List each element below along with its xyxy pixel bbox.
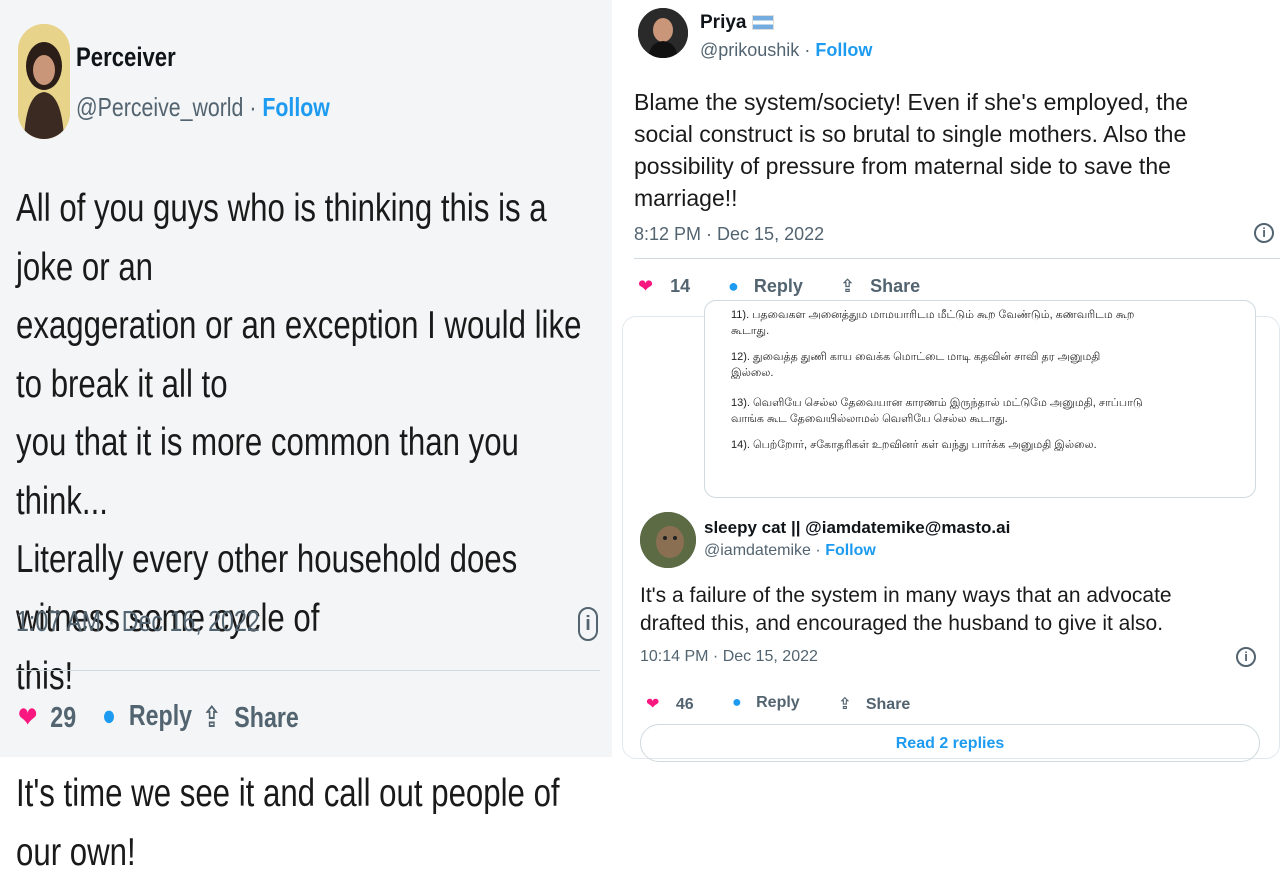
author-handle[interactable]: @iamdatemike — [704, 542, 811, 559]
separator: · — [815, 542, 821, 559]
author-handle[interactable]: @Perceive_world — [76, 92, 243, 122]
info-icon[interactable]: i — [1236, 647, 1256, 667]
quoted-document-image[interactable]: 11). பதவைகள அனைத்தும மாமயாரிடம மீட்டும் … — [704, 300, 1256, 498]
share-button[interactable]: ⇪ Share — [840, 276, 920, 297]
author-name[interactable]: sleepy cat || @iamdatemike@masto.ai — [704, 518, 1010, 538]
share-label: Share — [865, 696, 911, 713]
avatar-portrait-icon — [638, 8, 688, 58]
reply-button[interactable]: ● Reply — [102, 700, 192, 733]
tweet-body: It's a failure of the system in many way… — [640, 584, 1172, 635]
share-upload-icon: ⇪ — [202, 702, 222, 734]
follow-button[interactable]: Follow — [262, 92, 330, 122]
like-count: 29 — [50, 702, 77, 734]
speech-bubble-icon: ● — [102, 700, 117, 732]
author-handle[interactable]: @prikoushik — [700, 40, 799, 60]
heart-icon: ❤ — [18, 702, 38, 734]
avatar-cat-icon — [640, 512, 696, 568]
share-label: Share — [870, 276, 921, 296]
document-line: வாங்க கூட தேவையில்லாமல் வெளியே செல்ல கூட… — [731, 413, 1008, 425]
tweet-timestamp[interactable]: 1:07 AM · Dec 16, 2022 — [16, 606, 260, 639]
document-line: 14). பெற்றோர், சகோதரிகள் உறவினர் கள் வந்… — [731, 439, 1097, 451]
divider — [634, 258, 1280, 259]
author-handle-line: @prikoushik · Follow — [700, 40, 872, 61]
tweet-timestamp[interactable]: 8:12 PM · Dec 15, 2022 — [634, 224, 824, 245]
avatar-portrait-icon — [18, 24, 70, 139]
document-line: கூடாது. — [731, 325, 770, 337]
author-handle-line: @Perceive_world · Follow — [76, 92, 330, 123]
divider — [16, 670, 600, 671]
reply-label: Reply — [756, 694, 800, 711]
perceiver-avatar[interactable] — [18, 24, 70, 139]
share-upload-icon: ⇪ — [840, 276, 856, 296]
author-name-text: Priya — [700, 12, 747, 33]
document-line: 12). துவைத்த துணி காய வைக்க மொட்டை மாடி … — [731, 351, 1101, 363]
heart-icon: ❤ — [646, 696, 660, 713]
read-replies-button[interactable]: Read 2 replies — [640, 724, 1260, 762]
speech-bubble-icon: ● — [728, 276, 739, 296]
info-icon[interactable]: i — [1254, 223, 1274, 243]
like-count: 14 — [670, 276, 691, 296]
share-label: Share — [234, 702, 299, 734]
share-upload-icon: ⇪ — [838, 696, 852, 713]
author-name[interactable]: Priya — [700, 12, 775, 34]
priya-avatar[interactable] — [638, 8, 688, 58]
document-line: 13). வெளியே செல்ல தேவையான காரணம் இருந்தா… — [731, 397, 1143, 409]
reply-label: Reply — [753, 276, 803, 296]
tweet-body: All of you guys who is thinking this is … — [16, 187, 582, 874]
like-button[interactable]: ❤ 46 — [646, 694, 694, 714]
like-button[interactable]: ❤ 14 — [638, 276, 690, 297]
like-button[interactable]: ❤ 29 — [18, 700, 76, 735]
info-icon[interactable]: i — [578, 607, 598, 641]
follow-button[interactable]: Follow — [815, 40, 872, 60]
reply-button[interactable]: ● Reply — [732, 694, 800, 712]
tweet-timestamp[interactable]: 10:14 PM · Dec 15, 2022 — [640, 648, 818, 666]
heart-icon: ❤ — [638, 276, 654, 296]
tweet-body: Blame the system/society! Even if she's … — [634, 89, 1189, 211]
like-count: 46 — [675, 696, 694, 713]
reply-button[interactable]: ● Reply — [728, 276, 803, 297]
document-line: 11). பதவைகள அனைத்தும மாமயாரிடம மீட்டும் … — [731, 309, 1135, 321]
separator: · — [249, 92, 257, 122]
document-line: இல்லை. — [731, 367, 774, 379]
share-button[interactable]: ⇪ Share — [202, 700, 299, 735]
follow-button[interactable]: Follow — [825, 542, 876, 559]
sleepy-cat-avatar[interactable] — [640, 512, 696, 568]
author-name[interactable]: Perceiver — [76, 42, 176, 73]
share-button[interactable]: ⇪ Share — [838, 694, 910, 714]
separator: · — [804, 40, 811, 60]
argentina-flag-icon — [752, 15, 775, 31]
left-tweet-card: Perceiver @Perceive_world · Follow All o… — [0, 0, 612, 874]
speech-bubble-icon: ● — [732, 694, 742, 711]
reply-label: Reply — [128, 700, 193, 732]
author-handle-line: @iamdatemike · Follow — [704, 542, 876, 560]
right-tweet-card: Priya @prikoushik · Follow Blame the sys… — [616, 0, 1280, 762]
